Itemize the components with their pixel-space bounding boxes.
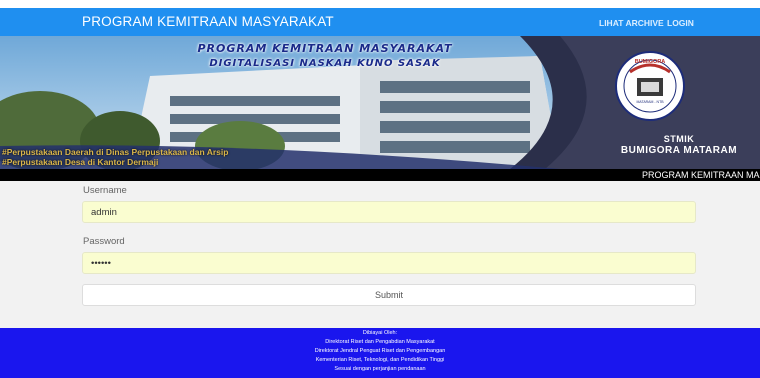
header-banner: PROGRAM KEMITRAAN MASYARAKAT DIGITALISAS… xyxy=(0,36,760,169)
password-value: •••••• xyxy=(91,258,111,269)
banner-title-line1: PROGRAM KEMITRAAN MASYARAKAT xyxy=(197,42,453,55)
logo-subtext: MATARAM - NTB xyxy=(636,100,664,104)
password-input[interactable]: •••••• xyxy=(82,252,696,274)
username-input[interactable]: admin xyxy=(82,201,696,223)
nav-link-archive[interactable]: LIHAT ARCHIVE xyxy=(599,18,664,28)
submit-button[interactable]: Submit xyxy=(82,284,696,306)
footer-line5: Sesuai dengan perjanjian pendanaan xyxy=(334,366,426,372)
marquee-bar: PROGRAM KEMITRAAN MASY xyxy=(0,169,760,181)
nav-link-login[interactable]: LOGIN xyxy=(667,18,694,28)
institution-line2: BUMIGORA MATARAM xyxy=(620,145,738,156)
footer-line1: Dibiayai Oleh: xyxy=(362,330,398,336)
brand-title[interactable]: PROGRAM KEMITRAAN MASYARAKAT xyxy=(82,14,334,29)
footer: Dibiayai Oleh: Direktorat Riset dan Peng… xyxy=(0,328,760,378)
banner-title-line2: DIGITALISASI NASKAH KUNO SASAK xyxy=(209,58,441,69)
username-label: Username xyxy=(83,185,127,196)
footer-line2: Direktorat Riset dan Pengabdian Masyarak… xyxy=(325,339,435,345)
banner-scroll-line2: #Perpustakaan Desa di Kantor Dermaji xyxy=(2,157,159,167)
login-form: Username admin Password •••••• Submit xyxy=(0,181,760,328)
footer-line4: Kementerian Riset, Teknologi, dan Pendid… xyxy=(315,357,445,363)
username-value: admin xyxy=(91,207,117,218)
top-navbar: PROGRAM KEMITRAAN MASYARAKAT LIHAT ARCHI… xyxy=(0,8,760,36)
logo-text: BUMIGORA xyxy=(634,59,666,65)
institution-line1: STMIK xyxy=(663,134,695,144)
password-label: Password xyxy=(83,236,125,247)
banner-scroll-line1: #Perpustakaan Daerah di Dinas Perpustaka… xyxy=(2,147,229,157)
footer-line3: Direktorat Jendral Penguat Riset dan Pen… xyxy=(314,348,446,354)
marquee-text: PROGRAM KEMITRAAN MASY xyxy=(642,170,760,180)
